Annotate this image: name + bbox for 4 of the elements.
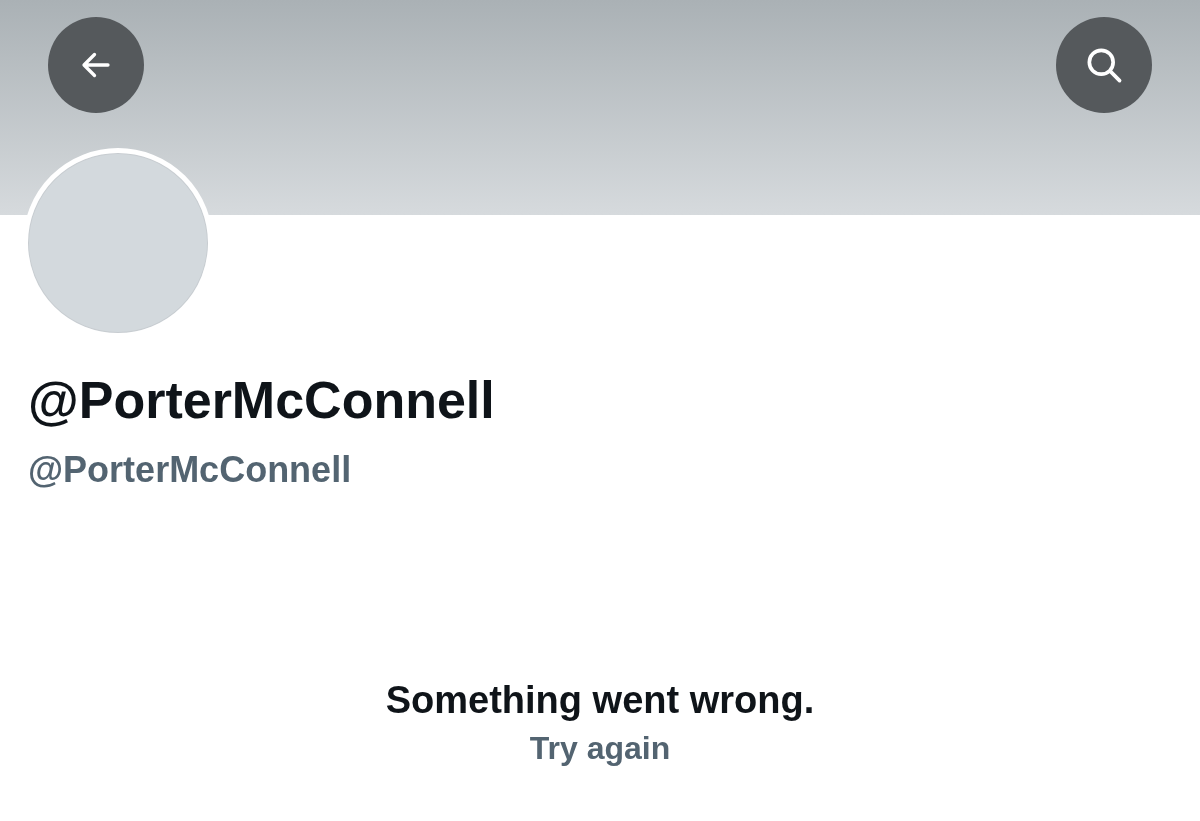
username-handle: @PorterMcConnell (28, 448, 353, 492)
try-again-link[interactable]: Try again (529, 728, 671, 768)
error-message: Something went wrong. (385, 678, 815, 723)
display-name: @PorterMcConnell (28, 370, 496, 430)
